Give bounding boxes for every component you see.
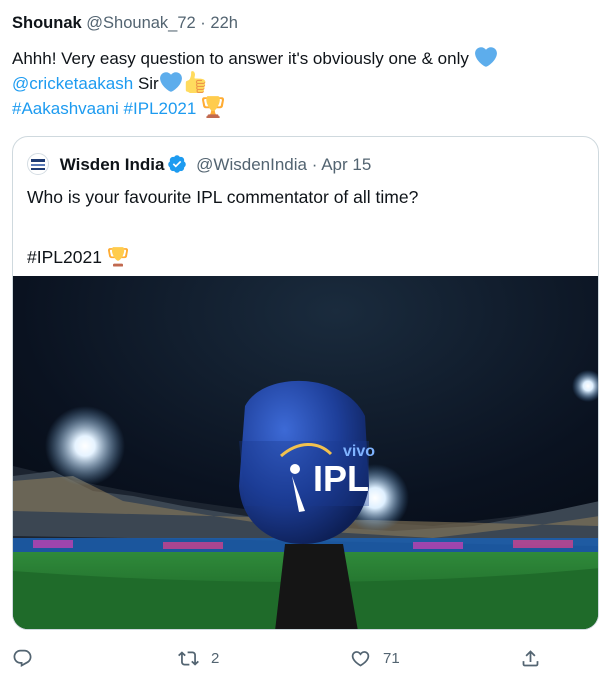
quoted-tweet[interactable]: Wisden India @WisdenIndia · Apr 15 Who i… (12, 136, 599, 630)
author-handle[interactable]: @Shounak_72 (86, 14, 195, 32)
quoted-tweet-image[interactable]: IPL vivo (13, 276, 598, 629)
heart-icon (351, 651, 370, 667)
quoted-tweet-text: Who is your favourite IPL commentator of… (27, 185, 587, 269)
verified-badge-icon (168, 155, 187, 173)
mention-link[interactable]: @cricketaakash (12, 74, 133, 93)
blue-heart-icon (474, 47, 497, 67)
quoted-author-name[interactable]: Wisden India (60, 155, 165, 174)
blue-heart-icon (159, 72, 182, 92)
tweet-text-suffix: Sir (137, 74, 159, 93)
mic-ipl-text: IPL (313, 458, 369, 499)
tweet-header: Shounak @Shounak_72 · 22h (12, 12, 238, 34)
quoted-date[interactable]: Apr 15 (321, 155, 371, 174)
quoted-tweet-header: Wisden India @WisdenIndia · Apr 15 (27, 153, 371, 176)
stadium-microphone-photo: IPL vivo (13, 276, 598, 629)
retweet-count: 2 (211, 650, 220, 667)
thumbs-up-icon (185, 71, 206, 93)
tweet-time[interactable]: 22h (210, 14, 238, 32)
tweet[interactable]: Shounak @Shounak_72 · 22h Ahhh! Very eas… (0, 0, 600, 690)
like-count: 71 (383, 650, 400, 667)
share-button[interactable] (520, 648, 541, 669)
hashtag-link[interactable]: #IPL2021 (124, 99, 197, 118)
separator-dot: · (311, 155, 318, 174)
retweet-icon (178, 651, 199, 666)
quoted-hashtag: #IPL2021 (27, 247, 102, 267)
quoted-text: Who is your favourite IPL commentator of… (27, 187, 419, 207)
separator-dot: · (200, 14, 206, 32)
hashtag-link[interactable]: #Aakashvaani (12, 99, 119, 118)
quoted-author-handle[interactable]: @WisdenIndia (196, 155, 307, 174)
tweet-text: Ahhh! Very easy question to answer it's … (12, 46, 587, 121)
trophy-icon (107, 247, 128, 267)
tweet-actions: 2 71 (0, 640, 600, 680)
mic-sponsor-text: vivo (343, 443, 375, 460)
reply-button[interactable] (12, 648, 45, 669)
avatar[interactable] (27, 153, 49, 175)
trophy-icon (202, 96, 225, 118)
like-button[interactable]: 71 (350, 648, 400, 669)
reply-icon (13, 649, 32, 667)
retweet-button[interactable]: 2 (178, 648, 219, 669)
author-name[interactable]: Shounak (12, 14, 82, 32)
tweet-text-line1: Ahhh! Very easy question to answer it's … (12, 49, 469, 68)
share-icon (522, 650, 539, 667)
